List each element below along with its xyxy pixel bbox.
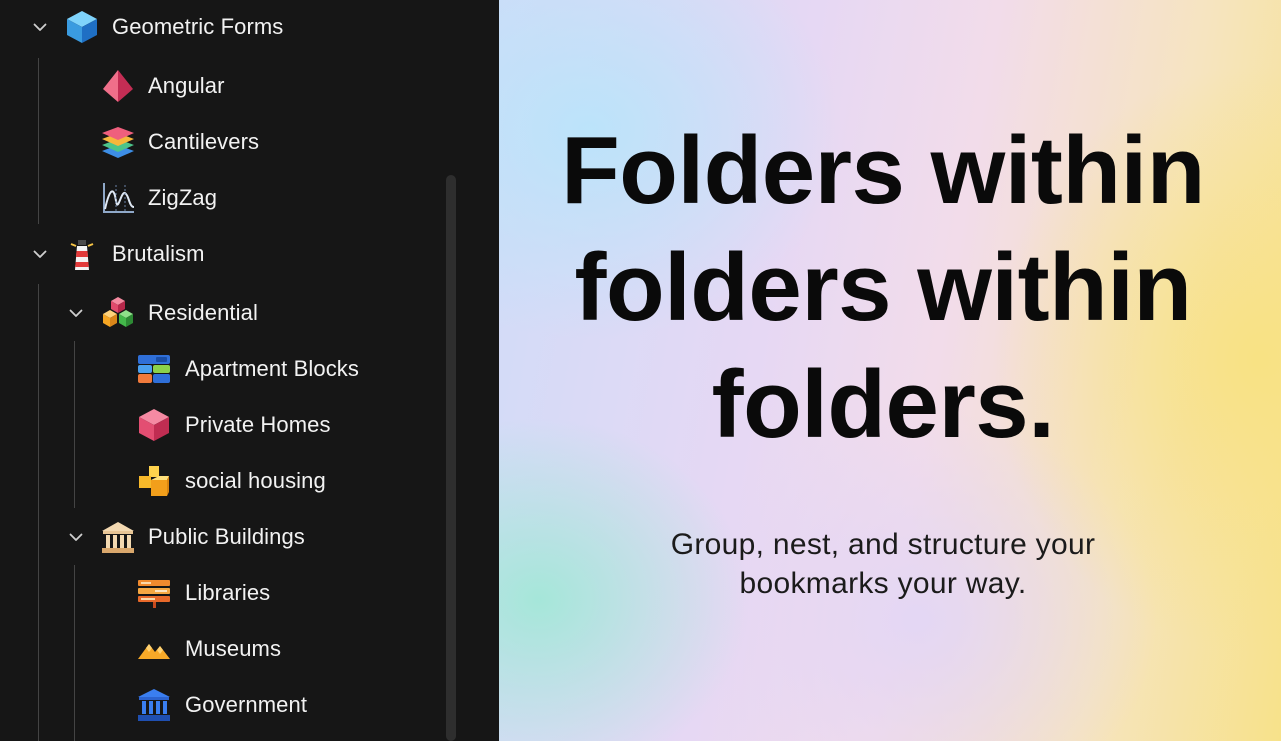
books-shelf-icon [137,576,171,610]
classical-building-icon [101,520,135,554]
folder-label: Apartment Blocks [185,356,360,381]
folder-social-housing[interactable]: social housing [0,461,440,501]
folder-label: Museums [185,636,282,661]
subtitle-line: bookmarks your way. [739,567,1027,600]
chevron-down-icon[interactable] [68,529,84,545]
headline-line: folders within [574,234,1193,341]
bank-building-icon [137,688,171,722]
cube-pink-icon [137,408,171,442]
folder-libraries[interactable]: Libraries [0,573,440,613]
folder-label: Angular [148,73,225,98]
layers-icon [101,125,135,159]
folder-cantilevers[interactable]: Cantilevers [0,122,440,162]
subtitle-line: Group, nest, and structure your [670,528,1096,561]
folder-label: Public Buildings [148,524,305,549]
folder-label: Government [185,692,308,717]
mountains-icon [137,632,171,666]
lighthouse-icon [65,237,99,271]
blocks-grid-icon [137,352,171,386]
folder-private-homes[interactable]: Private Homes [0,405,440,445]
scrollbar[interactable] [446,175,456,741]
pyramid-icon [101,69,135,103]
zigzag-chart-icon [101,181,135,215]
cube-blue-icon [65,10,99,44]
hero-headline: Folders within folders within folders. [499,112,1267,463]
folder-residential[interactable]: Residential [0,293,440,333]
chevron-down-icon[interactable] [32,246,48,262]
folder-museums[interactable]: Museums [0,629,440,669]
chevron-down-icon[interactable] [68,305,84,321]
headline-line: Folders within [561,117,1205,224]
folder-label: Cantilevers [148,129,260,154]
folder-label: Geometric Forms [112,14,284,39]
stacked-cubes-icon [101,296,135,330]
folder-label: ZigZag [148,185,218,210]
folder-label: Libraries [185,580,271,605]
folder-government[interactable]: Government [0,685,440,725]
folder-label: Private Homes [185,412,331,437]
folder-brutalism[interactable]: Brutalism [0,234,440,274]
folder-public-buildings[interactable]: Public Buildings [0,517,440,557]
folder-label: Residential [148,300,258,325]
hero-panel: Folders within folders within folders. G… [499,0,1281,741]
folder-geometric-forms[interactable]: Geometric Forms [0,7,440,47]
sidebar: Geometric Forms Angular Cantilevers ZigZ… [0,0,499,741]
folder-zigzag[interactable]: ZigZag [0,178,440,218]
chevron-down-icon[interactable] [32,19,48,35]
folder-label: Brutalism [112,241,205,266]
folder-label: social housing [185,468,326,493]
folder-apartment-blocks[interactable]: Apartment Blocks [0,349,440,389]
folder-angular[interactable]: Angular [0,66,440,106]
hero-subtitle: Group, nest, and structure your bookmark… [499,525,1267,603]
headline-line: folders. [711,351,1055,458]
yellow-blocks-icon [137,464,171,498]
